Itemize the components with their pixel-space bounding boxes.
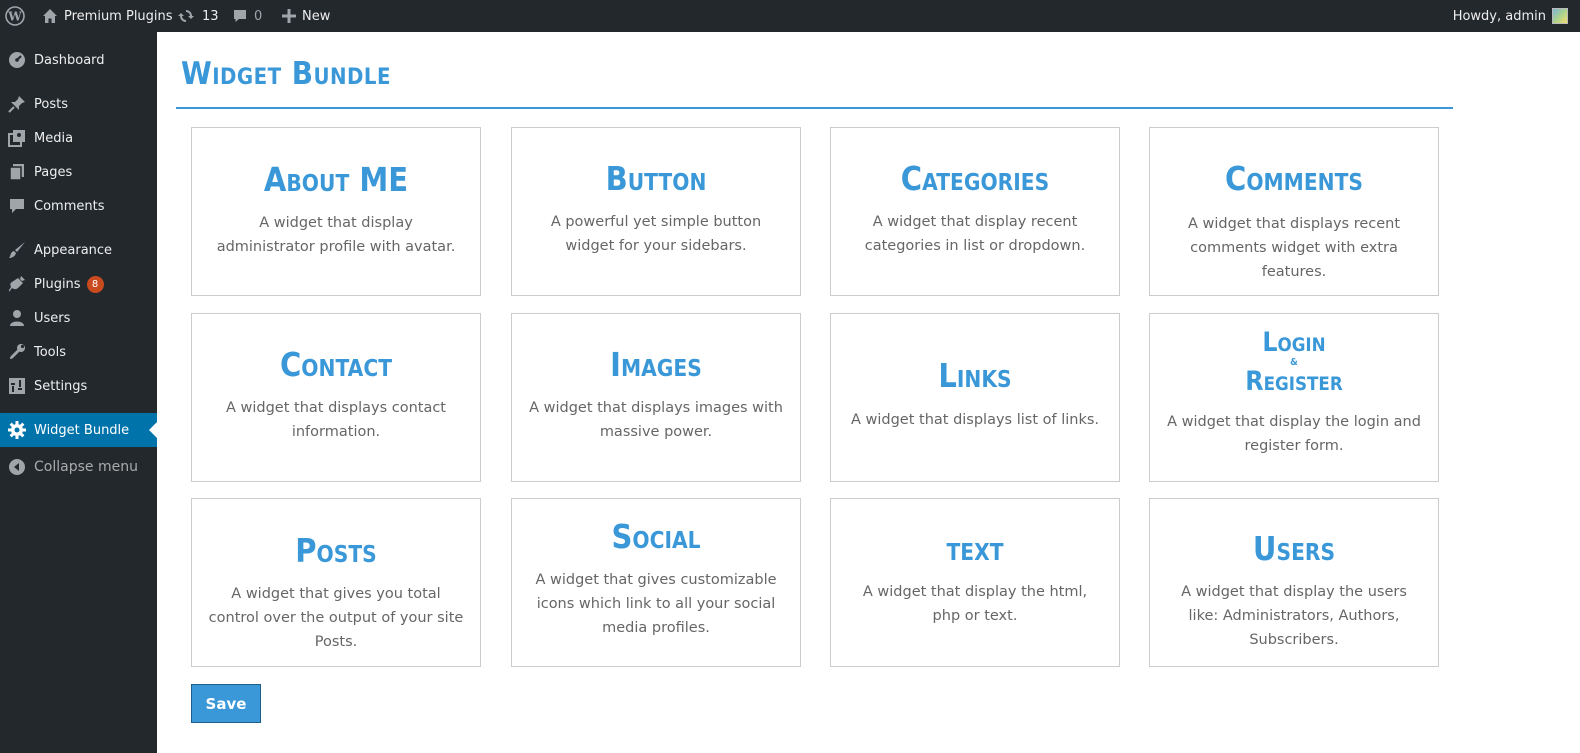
- collapse-menu-label: Collapse menu: [34, 459, 138, 475]
- pin-icon: [0, 95, 34, 113]
- wordpress-logo-button[interactable]: W: [5, 0, 25, 32]
- widget-title: Users: [1252, 529, 1336, 568]
- menu-item-settings[interactable]: Settings: [0, 369, 157, 403]
- menu-item-users[interactable]: Users: [0, 301, 157, 335]
- save-button[interactable]: Save: [191, 684, 261, 723]
- comment-icon: [0, 197, 34, 215]
- widget-card-text[interactable]: text A widget that display the html, php…: [830, 498, 1120, 667]
- widget-description: A widget that displays images with massi…: [529, 400, 783, 440]
- widget-description: A widget that display the login and regi…: [1167, 414, 1421, 454]
- site-name-link[interactable]: Premium Plugins: [42, 0, 173, 32]
- widget-description: A widget that display the html, php or t…: [862, 584, 1088, 624]
- menu-label-settings: Settings: [34, 378, 88, 394]
- updates-count: 13: [202, 8, 219, 24]
- gear-icon: [0, 421, 34, 439]
- page-title: Widget Bundle: [181, 56, 391, 92]
- widget-card-button[interactable]: Button A powerful yet simple button widg…: [511, 127, 801, 296]
- menu-item-comments[interactable]: Comments: [0, 189, 157, 223]
- howdy-label: Howdy, admin: [1452, 8, 1546, 24]
- widget-description: A widget that display administrator prof…: [216, 215, 456, 255]
- menu-label-tools: Tools: [34, 344, 67, 360]
- account-menu[interactable]: Howdy, admin: [1453, 0, 1568, 32]
- widget-card-links[interactable]: Links A widget that displays list of lin…: [830, 313, 1120, 482]
- menu-item-pages[interactable]: Pages: [0, 155, 157, 189]
- widget-description: A widget that gives customizable icons w…: [535, 572, 777, 636]
- widget-card-comments[interactable]: Comments A widget that displays recent c…: [1149, 127, 1439, 296]
- menu-item-widget-bundle[interactable]: Widget Bundle: [0, 413, 157, 447]
- dashboard-icon: [0, 51, 34, 69]
- menu-label-widget-bundle: Widget Bundle: [34, 422, 130, 438]
- menu-label-pages: Pages: [34, 164, 73, 180]
- wordpress-logo-icon: W: [5, 6, 25, 26]
- comment-icon: [232, 8, 248, 24]
- menu-label-posts: Posts: [34, 96, 68, 112]
- menu-item-posts[interactable]: Posts: [0, 87, 157, 121]
- menu-label-users: Users: [34, 310, 71, 326]
- new-content-link[interactable]: New: [282, 0, 330, 32]
- widget-card-social[interactable]: Social A widget that gives customizable …: [511, 498, 801, 667]
- widget-description: A powerful yet simple button widget for …: [550, 214, 762, 254]
- widget-description: A widget that displays contact informati…: [225, 400, 446, 440]
- collapse-arrow-icon: [0, 458, 34, 476]
- admin-bar: W Premium Plugins 13 0 New Howdy, admin: [0, 0, 1580, 32]
- updates-link[interactable]: 13: [176, 0, 219, 32]
- widget-description: A widget that gives you total control ov…: [208, 586, 464, 650]
- brush-icon: [0, 241, 34, 259]
- widget-card-categories[interactable]: Categories A widget that display recent …: [830, 127, 1120, 296]
- comments-link[interactable]: 0: [232, 0, 262, 32]
- plugin-icon: [0, 275, 34, 293]
- widget-card-about-me[interactable]: About ME A widget that display administr…: [191, 127, 481, 296]
- menu-label-dashboard: Dashboard: [34, 52, 105, 68]
- wrench-icon: [0, 343, 34, 361]
- menu-item-appearance[interactable]: Appearance: [0, 233, 157, 267]
- widget-card-contact[interactable]: Contact A widget that displays contact i…: [191, 313, 481, 482]
- widget-card-login-register[interactable]: Login & Register A widget that display t…: [1149, 313, 1439, 482]
- settings-icon: [0, 377, 34, 395]
- pages-icon: [0, 163, 34, 181]
- widget-title: Categories: [900, 159, 1050, 198]
- widget-title: Social: [611, 517, 701, 556]
- menu-item-media[interactable]: Media: [0, 121, 157, 155]
- widget-description: A widget that displays recent comments w…: [1187, 216, 1401, 280]
- widget-title: Images: [610, 345, 702, 384]
- widget-title: Contact: [279, 345, 393, 384]
- updates-icon: [176, 8, 196, 24]
- menu-label-comments: Comments: [34, 198, 105, 214]
- widget-card-posts[interactable]: Posts A widget that gives you total cont…: [191, 498, 481, 667]
- widget-title: text: [946, 529, 1004, 568]
- widget-title-line1: Login: [1262, 327, 1326, 358]
- admin-sidebar: Dashboard Posts Media Pages Comments App…: [0, 32, 157, 753]
- menu-label-media: Media: [34, 130, 74, 146]
- widget-title: Comments: [1225, 159, 1363, 198]
- user-icon: [0, 309, 34, 327]
- title-divider: [176, 107, 1453, 109]
- widget-title: About ME: [263, 160, 409, 199]
- media-icon: [0, 129, 34, 147]
- widget-card-users[interactable]: Users A widget that display the users li…: [1149, 498, 1439, 667]
- comments-count: 0: [254, 8, 263, 24]
- widget-title: Button: [605, 159, 707, 198]
- menu-label-appearance: Appearance: [34, 242, 113, 258]
- plus-icon: [282, 9, 296, 23]
- menu-item-plugins[interactable]: Plugins 8: [0, 267, 157, 301]
- home-icon: [42, 8, 58, 24]
- widget-title-line2: Register: [1245, 366, 1343, 397]
- menu-item-dashboard[interactable]: Dashboard: [0, 43, 157, 77]
- widget-description: A widget that displays list of links.: [850, 412, 1100, 428]
- widget-description: A widget that display the users like: Ad…: [1181, 584, 1407, 648]
- collapse-menu-button[interactable]: Collapse menu: [0, 450, 157, 484]
- menu-label-plugins: Plugins: [34, 276, 81, 292]
- site-name-label: Premium Plugins: [64, 8, 173, 24]
- widget-title: Login & Register: [1167, 327, 1420, 397]
- menu-item-tools[interactable]: Tools: [0, 335, 157, 369]
- svg-text:W: W: [7, 10, 22, 24]
- avatar: [1552, 8, 1568, 24]
- new-label: New: [302, 8, 331, 24]
- widget-title: Links: [938, 356, 1012, 395]
- widget-title: Posts: [295, 531, 377, 570]
- widget-description: A widget that display recent categories …: [864, 214, 1086, 254]
- widget-card-images[interactable]: Images A widget that displays images wit…: [511, 313, 801, 482]
- plugins-update-badge: 8: [86, 275, 104, 293]
